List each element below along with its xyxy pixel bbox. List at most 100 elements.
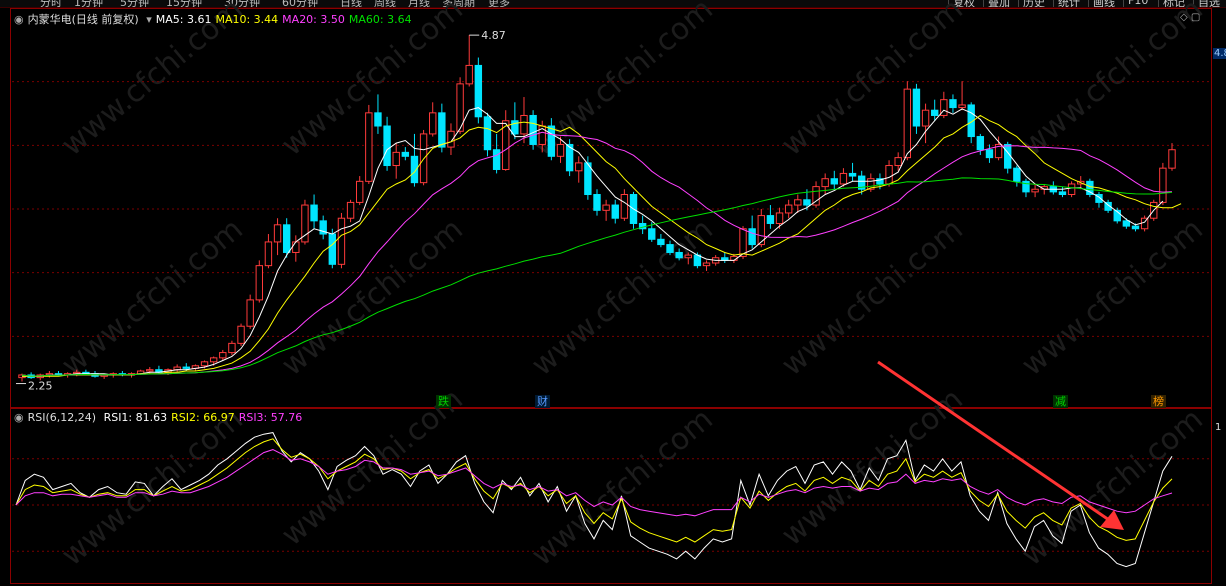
ma20-line [21, 131, 1173, 377]
candle-body [602, 204, 610, 211]
rsi-right-label: 1 [1215, 422, 1222, 433]
stock-title: 内蒙华电(日线 前复权) [27, 13, 139, 26]
annotation-arrow-head [1100, 510, 1124, 530]
candle-body [328, 233, 337, 265]
candle-body [794, 199, 802, 206]
high-price-label: 4.87 [481, 29, 506, 42]
candle-body [255, 265, 263, 301]
candle-body [1086, 180, 1094, 196]
rsi-legend-item: RSI3: 57.76 [238, 411, 303, 424]
candle-body [657, 238, 665, 246]
candle-body [465, 64, 473, 85]
candle-body [702, 262, 711, 267]
candle-body [839, 172, 848, 185]
candle-body [547, 125, 556, 157]
candle-body [575, 162, 583, 172]
candle-body [529, 114, 537, 145]
candle-body [985, 149, 994, 159]
candle-body [958, 104, 966, 109]
settings-circle-icon[interactable]: ◉ [14, 13, 24, 26]
candle-body [337, 217, 346, 265]
main-legend: ◉ 内蒙华电(日线 前复权) ▾ MA5: 3.61 MA10: 3.44 MA20: … [14, 11, 420, 27]
rsi-line-rsi3 [15, 449, 1173, 517]
candle-body [620, 194, 629, 219]
badge-cai[interactable]: 财 [535, 395, 550, 408]
candle-body [1013, 167, 1021, 182]
candle-body [903, 88, 912, 159]
candle-body [885, 165, 893, 185]
candle-body [766, 215, 775, 224]
candle-body [392, 151, 400, 167]
ma-legend-item: MA10: 3.44 [215, 13, 279, 26]
rsi-settings-icon[interactable]: ◉ [14, 411, 24, 424]
rsi-legend-item: RSI2: 66.97 [171, 411, 235, 424]
candle-body [200, 361, 209, 367]
candle-body [894, 157, 902, 167]
candle-body [1159, 167, 1167, 203]
candle-body [383, 125, 391, 167]
candle-body [401, 151, 410, 157]
badge-jian[interactable]: 减 [1053, 395, 1068, 408]
candle-body [292, 241, 300, 253]
corner-diamond-icon[interactable]: ◇ ▢ [1180, 12, 1200, 23]
candle-body [1067, 183, 1076, 196]
candle-body [1168, 149, 1176, 169]
rsi-legend: ◉ RSI(6,12,24) RSI1: 81.63 RSI2: 66.97 RSI3… [14, 411, 310, 424]
badge-die[interactable]: 跌 [436, 395, 451, 408]
candle-body [931, 109, 939, 116]
candle-body [209, 357, 218, 363]
candle-body [675, 251, 683, 259]
candle-body [492, 149, 501, 170]
rsi-values: RSI1: 81.63 RSI2: 66.97 RSI3: 57.76 [104, 411, 307, 424]
candle-body [830, 178, 838, 185]
candle-body [1031, 188, 1039, 193]
candle-body [273, 224, 282, 243]
candle-body [520, 114, 528, 135]
candle-body [438, 112, 446, 148]
candle-body [182, 366, 190, 369]
candle-body [219, 352, 227, 359]
rsi-legend-item: RSI1: 81.63 [103, 411, 168, 424]
right-price-label: 4.8 [1213, 48, 1226, 59]
candle-body [483, 116, 492, 151]
candle-body [264, 241, 273, 267]
ma-legend-item: MA20: 3.50 [282, 13, 345, 26]
low-price-label: 2.25 [28, 380, 53, 393]
candle-body [775, 212, 784, 224]
candle-body [1122, 220, 1131, 227]
candle-body [784, 204, 793, 214]
candle-body [228, 342, 236, 354]
candle-body [748, 228, 756, 246]
candle-body [556, 143, 565, 157]
candle-body [684, 254, 692, 259]
candle-body [356, 180, 364, 203]
candle-body [666, 244, 674, 253]
settings-dropdown-icon[interactable]: ▾ [146, 13, 152, 26]
rsi-title: RSI(6,12,24) [27, 411, 97, 424]
candle-body [693, 254, 702, 267]
candle-body [246, 299, 254, 327]
candle-body [1058, 191, 1067, 196]
candle-body [1131, 225, 1140, 230]
candle-body [429, 112, 437, 135]
badge-bang[interactable]: 榜 [1151, 395, 1166, 408]
candle-body [848, 172, 857, 177]
candle-body [821, 178, 829, 188]
candle-body [1004, 143, 1012, 169]
candle-body [310, 204, 318, 222]
candle-body [282, 224, 291, 253]
candle-body [146, 369, 154, 372]
candle-body [611, 204, 619, 219]
candle-body [374, 112, 382, 127]
candle-body [346, 201, 355, 219]
candle-body [365, 112, 373, 182]
candle-body [593, 194, 601, 211]
candle-body [803, 199, 811, 206]
candle-body [648, 228, 656, 240]
ma-legend-item: MA5: 3.61 [155, 13, 212, 26]
price-chart[interactable]: 4.87 2.25 [0, 0, 1226, 586]
candle-body [976, 136, 985, 151]
candle-body [921, 109, 930, 127]
candle-body [237, 325, 245, 344]
ma-legend: MA5: 3.61 MA10: 3.44 MA20: 3.50 MA60: 3.64 [156, 13, 416, 26]
